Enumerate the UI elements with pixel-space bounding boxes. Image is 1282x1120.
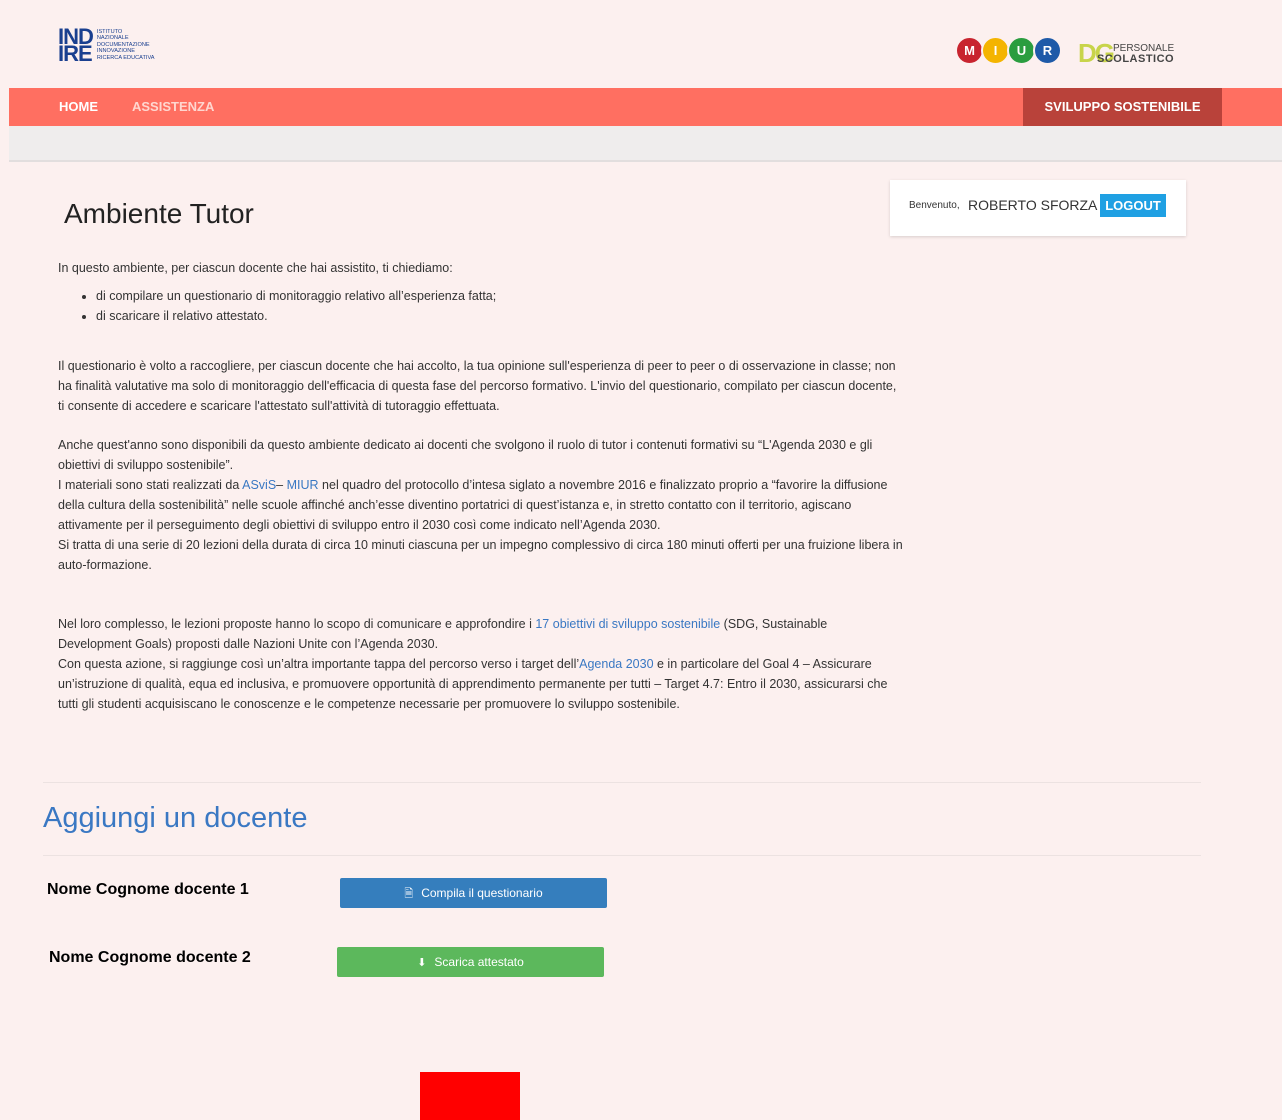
- section-divider: [43, 782, 1201, 783]
- download-icon: ⬇: [417, 957, 427, 969]
- scarica-attestato-button[interactable]: ⬇ Scarica attestato: [337, 947, 604, 977]
- sub-navbar: [9, 126, 1282, 162]
- red-block: [420, 1072, 520, 1120]
- main-navbar: HOME ASSISTENZA SVILUPPO SOSTENIBILE: [9, 88, 1282, 126]
- welcome-label: Benvenuto,: [909, 200, 960, 211]
- button-label: Compila il questionario: [421, 886, 543, 900]
- indire-logo[interactable]: IND IRE ISTITUTO NAZIONALE DOCUMENTAZIONE…: [58, 24, 155, 66]
- page-title: Ambiente Tutor: [64, 198, 254, 229]
- dg-personale-logo[interactable]: DG PERSONALE SCOLASTICO: [1078, 38, 1174, 69]
- teacher-name-1: Nome Cognome docente 1: [47, 881, 249, 898]
- dg-logo-text: PERSONALE SCOLASTICO: [1097, 42, 1175, 65]
- miur-letter-r: R: [1033, 36, 1062, 65]
- instruction-list: di compilare un questionario di monitora…: [58, 286, 496, 326]
- nav-sviluppo-sostenibile[interactable]: SVILUPPO SOSTENIBILE: [1023, 88, 1222, 126]
- link-17-obiettivi[interactable]: 17 obiettivi di sviluppo sostenibile: [535, 617, 720, 631]
- compila-questionario-button[interactable]: 🗎 Compila il questionario: [340, 878, 607, 908]
- user-panel: Benvenuto, ROBERTO SFORZA LOGOUT: [890, 180, 1186, 236]
- list-item: di compilare un questionario di monitora…: [96, 286, 496, 306]
- link-miur[interactable]: MIUR: [287, 478, 319, 492]
- miur-letter-m: M: [955, 36, 984, 65]
- logout-button[interactable]: LOGOUT: [1100, 194, 1166, 217]
- file-icon: 🗎: [404, 888, 414, 900]
- miur-letter-i: I: [981, 36, 1010, 65]
- nav-assistenza[interactable]: ASSISTENZA: [132, 88, 214, 126]
- questionnaire-paragraph: Il questionario è volto a raccogliere, p…: [58, 359, 897, 413]
- lessons-paragraph: Nel loro complesso, le lezioni proposte …: [58, 617, 888, 711]
- miur-logo[interactable]: M I U R: [955, 36, 1062, 65]
- nav-home[interactable]: HOME: [59, 88, 98, 126]
- link-agenda-2030[interactable]: Agenda 2030: [579, 657, 653, 671]
- link-asvis[interactable]: ASviS: [242, 478, 276, 492]
- button-label: Scarica attestato: [434, 955, 524, 969]
- materials-paragraph: Anche quest'anno sono disponibili da que…: [58, 438, 903, 572]
- indire-logo-text: ISTITUTO NAZIONALE DOCUMENTAZIONE INNOVA…: [96, 28, 155, 61]
- teacher-name-2: Nome Cognome docente 2: [49, 949, 251, 966]
- miur-letter-u: U: [1007, 36, 1036, 65]
- site-header: IND IRE ISTITUTO NAZIONALE DOCUMENTAZIONE…: [0, 0, 1282, 88]
- section-heading: Aggiungi un docente: [43, 802, 308, 834]
- intro-text: In questo ambiente, per ciascun docente …: [58, 261, 453, 275]
- indire-logo-mark: IND IRE: [58, 24, 94, 66]
- list-item: di scaricare il relativo attestato.: [96, 306, 496, 326]
- user-name: ROBERTO SFORZA: [968, 197, 1098, 213]
- heading-divider: [43, 855, 1201, 856]
